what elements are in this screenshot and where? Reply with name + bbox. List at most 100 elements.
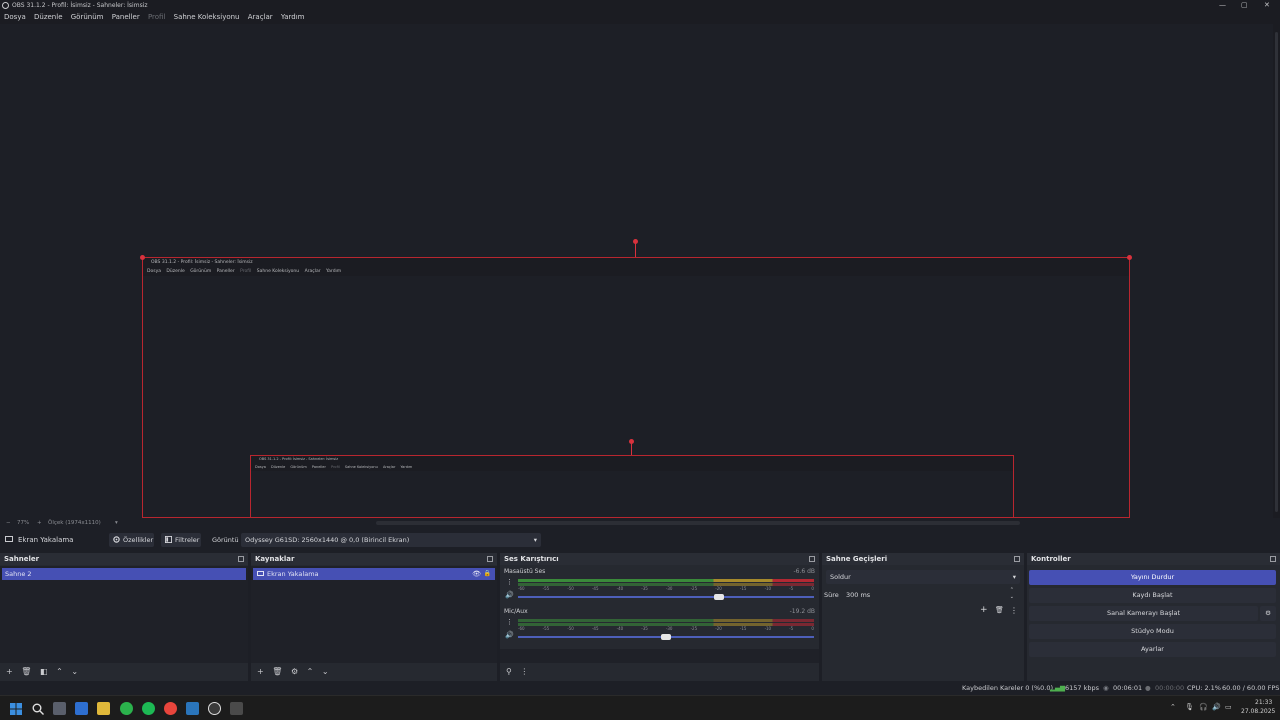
app-taskbar-icon[interactable] bbox=[230, 702, 243, 715]
start-recording-button[interactable]: Kaydı Başlat bbox=[1029, 588, 1276, 603]
volume-tray-icon[interactable]: 🔊 bbox=[1212, 703, 1221, 711]
zoom-in-button[interactable]: + bbox=[37, 518, 42, 529]
task-view-icon[interactable] bbox=[53, 702, 66, 715]
move-up-icon[interactable]: ⌃ bbox=[307, 667, 314, 676]
add-scene-icon[interactable]: + bbox=[6, 667, 13, 676]
volume-slider-desktop[interactable] bbox=[518, 594, 814, 600]
audio-mixer-title: Ses Karıştırıcı bbox=[504, 555, 559, 563]
tray-overflow-icon[interactable]: ⌃ bbox=[1170, 703, 1176, 711]
transition-select[interactable]: Soldur ▾ bbox=[826, 570, 1020, 584]
volume-slider-mic[interactable] bbox=[518, 634, 814, 640]
network-tray-icon[interactable]: ▭ bbox=[1225, 703, 1232, 711]
menu-paneller[interactable]: Paneller bbox=[112, 11, 140, 24]
controls-header: Kontroller bbox=[1027, 553, 1280, 565]
mic-tray-icon[interactable]: 🎙 bbox=[1185, 703, 1194, 711]
add-transition-icon[interactable]: + bbox=[980, 605, 988, 615]
scrollbar-thumb[interactable] bbox=[1275, 32, 1278, 512]
speaker-icon[interactable]: 🔊 bbox=[505, 631, 514, 639]
corner-handle-tl[interactable] bbox=[140, 255, 145, 260]
windows-start-icon[interactable] bbox=[10, 703, 22, 715]
window-title: OBS 31.1.2 - Profil: İsimsiz - Sahneler:… bbox=[12, 2, 148, 9]
sources-dock-title: Kaynaklar bbox=[255, 555, 295, 563]
duration-input[interactable]: 300 ms ⌃ ⌄ bbox=[842, 587, 1018, 602]
zoom-out-button[interactable]: − bbox=[6, 518, 11, 529]
scene-item[interactable]: Sahne 2 bbox=[2, 568, 246, 580]
remove-scene-icon[interactable]: 🗑 bbox=[21, 667, 31, 676]
preview-canvas[interactable]: OBS 31.1.2 - Profil: İsimsiz - Sahneler:… bbox=[0, 24, 1273, 518]
obs-taskbar-icon[interactable] bbox=[208, 702, 221, 715]
transition-menu-icon[interactable]: ⋮ bbox=[1010, 606, 1018, 615]
file-explorer-icon[interactable] bbox=[97, 702, 110, 715]
settings-button[interactable]: Ayarlar bbox=[1029, 642, 1276, 657]
nested2-menu-dosya: Dosya bbox=[255, 465, 266, 469]
studio-mode-button[interactable]: Stüdyo Modu bbox=[1029, 624, 1276, 639]
meter-tick-label: -55 bbox=[542, 586, 550, 591]
menu-araclar[interactable]: Araçlar bbox=[248, 11, 273, 24]
controls-dock: Kontroller Yayını Durdur Kaydı Başlat Sa… bbox=[1027, 553, 1280, 681]
properties-button[interactable]: Özellikler bbox=[109, 533, 154, 547]
source-item-label: Ekran Yakalama bbox=[267, 570, 319, 578]
undock-icon[interactable] bbox=[487, 556, 493, 562]
filters-button[interactable]: Filtreler bbox=[161, 533, 201, 547]
volume-slider-knob[interactable] bbox=[661, 634, 671, 640]
start-virtual-camera-button[interactable]: Sanal Kamerayı Başlat bbox=[1029, 606, 1258, 621]
close-button[interactable]: ✕ bbox=[1264, 0, 1270, 11]
status-bar: Kaybedilen Kareler 0 (%0.0) ▂▄▆ 6157 kbp… bbox=[0, 681, 1280, 695]
lock-icon[interactable]: 🔒 bbox=[484, 568, 491, 580]
preview-horizontal-scrollbar[interactable] bbox=[376, 521, 1020, 525]
menu-sahne-koleksiyonu[interactable]: Sahne Koleksiyonu bbox=[174, 11, 240, 24]
steam-icon[interactable] bbox=[186, 702, 199, 715]
advanced-audio-icon[interactable]: ⚲ bbox=[506, 667, 512, 676]
headset-tray-icon[interactable]: 🎧 bbox=[1199, 703, 1208, 711]
spotify-icon[interactable] bbox=[142, 702, 155, 715]
channel-menu-icon[interactable]: ⋮ bbox=[506, 618, 513, 626]
source-properties-icon[interactable]: ⚙ bbox=[291, 667, 298, 676]
menu-profil[interactable]: Profil bbox=[148, 11, 165, 24]
mixer-menu-icon[interactable]: ⋮ bbox=[520, 667, 528, 676]
meter-tick-label: -5 bbox=[789, 586, 794, 591]
move-down-icon[interactable]: ⌄ bbox=[71, 667, 78, 676]
search-icon[interactable] bbox=[32, 703, 44, 715]
record-time: 00:00:00 bbox=[1155, 684, 1185, 692]
meter-tick-label: -30 bbox=[665, 586, 673, 591]
stepper-up-icon[interactable]: ⌃ bbox=[1010, 587, 1014, 594]
channel-menu-icon[interactable]: ⋮ bbox=[506, 578, 513, 586]
undock-icon[interactable] bbox=[1014, 556, 1020, 562]
speaker-icon[interactable]: 🔊 bbox=[505, 591, 514, 599]
clock-date[interactable]: 27.08.2025 bbox=[1241, 708, 1275, 715]
stepper-down-icon[interactable]: ⌄ bbox=[1010, 594, 1014, 601]
undock-icon[interactable] bbox=[1270, 556, 1276, 562]
move-up-icon[interactable]: ⌃ bbox=[56, 667, 63, 676]
maximize-button[interactable]: ▢ bbox=[1241, 0, 1248, 11]
menu-dosya[interactable]: Dosya bbox=[4, 11, 26, 24]
remove-source-icon[interactable]: 🗑 bbox=[272, 667, 282, 676]
add-source-icon[interactable]: + bbox=[257, 667, 264, 676]
display-select[interactable]: Odyssey G61SD: 2560x1440 @ 0,0 (Birincil… bbox=[241, 533, 541, 547]
nested2-menu-paneller: Paneller bbox=[311, 465, 326, 469]
menu-duzenle[interactable]: Düzenle bbox=[34, 11, 63, 24]
menu-yardim[interactable]: Yardım bbox=[281, 11, 305, 24]
virtual-camera-settings-button[interactable]: ⚙ bbox=[1260, 606, 1276, 621]
undock-icon[interactable] bbox=[809, 556, 815, 562]
eye-icon[interactable]: 👁 bbox=[472, 568, 481, 580]
undock-icon[interactable] bbox=[238, 556, 244, 562]
volume-slider-knob[interactable] bbox=[714, 594, 725, 600]
minimize-button[interactable]: — bbox=[1219, 0, 1226, 11]
zoom-dropdown-icon[interactable]: ▾ bbox=[115, 518, 118, 529]
source-item[interactable]: Ekran Yakalama 👁 🔒 bbox=[253, 568, 495, 580]
move-down-icon[interactable]: ⌄ bbox=[322, 667, 329, 676]
mixer-empty-area bbox=[500, 649, 819, 663]
obs-logo-icon bbox=[2, 2, 9, 9]
clock-time[interactable]: 21:33 bbox=[1255, 699, 1272, 706]
preview-vertical-scrollbar[interactable] bbox=[1273, 24, 1280, 518]
scene-filters-icon[interactable]: ◧ bbox=[40, 667, 48, 676]
menu-gorunum[interactable]: Görünüm bbox=[71, 11, 104, 24]
nested2-title-bar: OBS 31.1.2 - Profil: İsimsiz - Sahneler:… bbox=[251, 456, 1013, 463]
widgets-icon[interactable] bbox=[75, 702, 88, 715]
chrome-icon[interactable] bbox=[164, 702, 177, 715]
remove-transition-icon[interactable]: 🗑 bbox=[995, 606, 1004, 614]
nested2-menu-yardim: Yardım bbox=[400, 465, 413, 469]
whatsapp-icon[interactable] bbox=[120, 702, 133, 715]
stop-stream-button[interactable]: Yayını Durdur bbox=[1029, 570, 1276, 585]
corner-handle-tr[interactable] bbox=[1127, 255, 1132, 260]
